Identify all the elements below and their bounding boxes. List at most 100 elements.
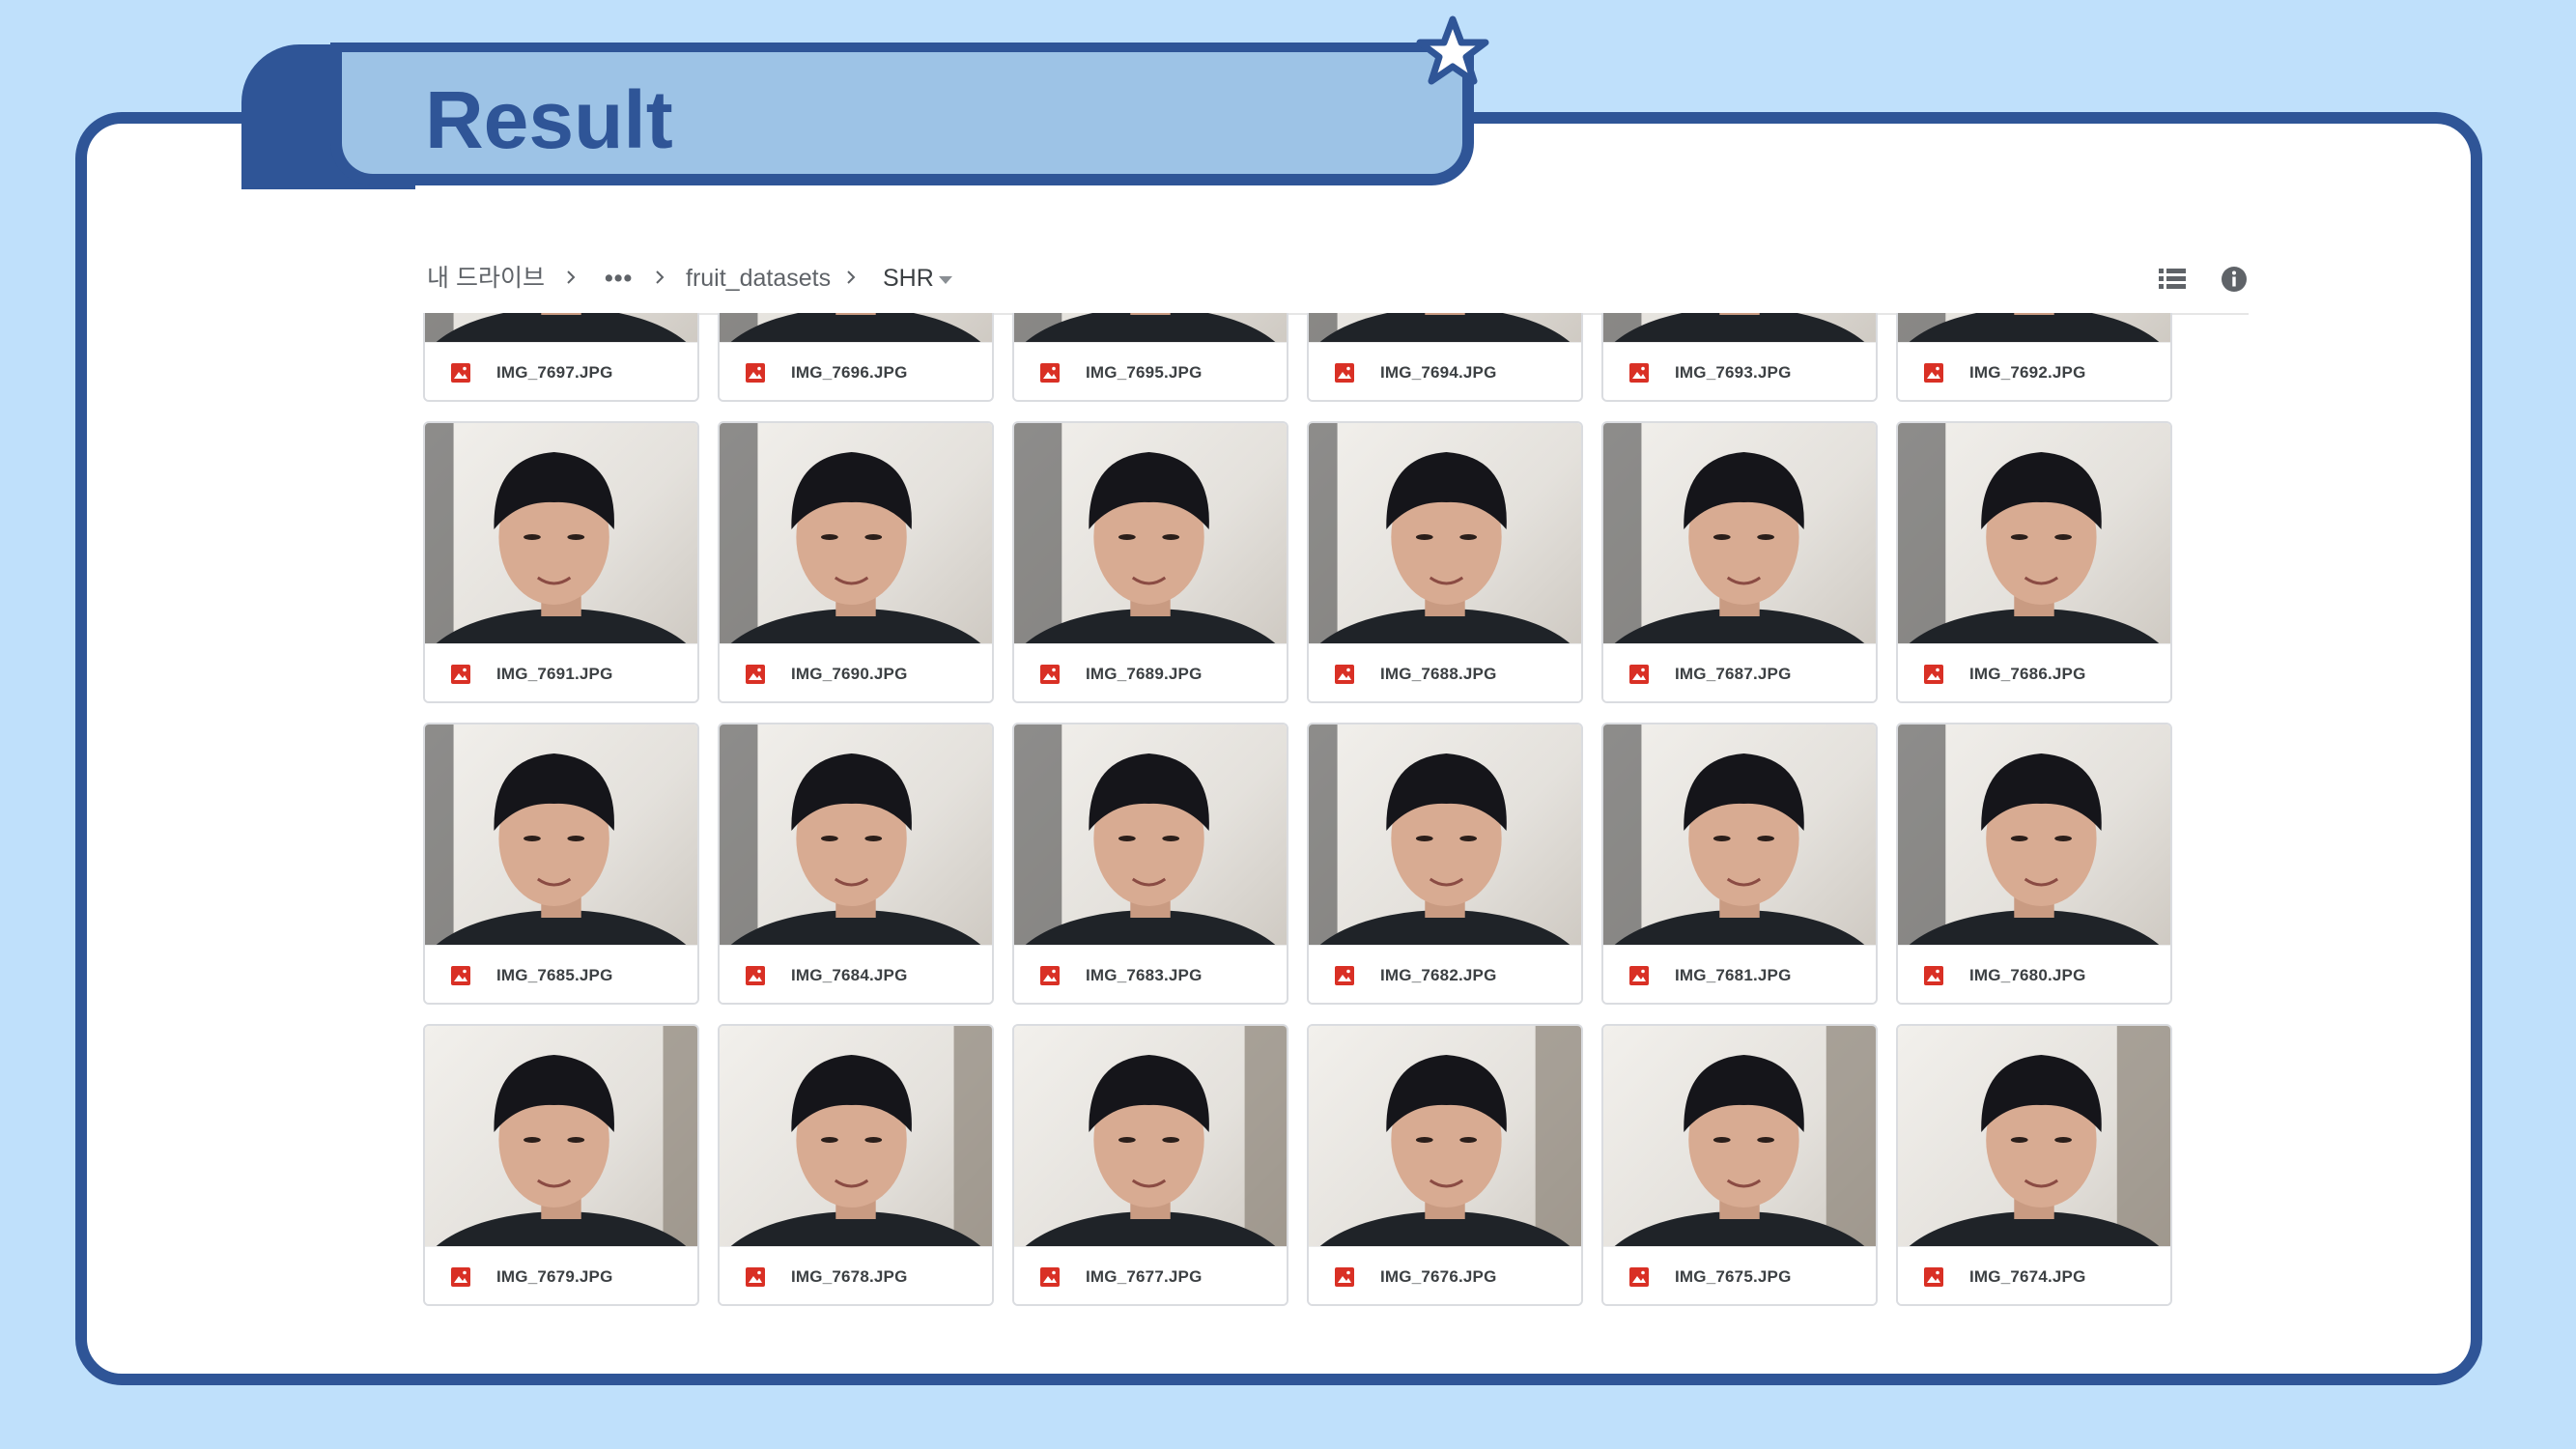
file-name: IMG_7675.JPG [1675,1267,1792,1286]
file-name: IMG_7689.JPG [1086,665,1203,683]
file-thumbnail[interactable] [425,724,697,945]
file-card[interactable]: IMG_7678.JPG [718,1024,994,1306]
file-name: IMG_7686.JPG [1969,665,2086,683]
file-card[interactable]: IMG_7683.JPG [1012,723,1288,1005]
file-thumbnail[interactable] [1014,423,1287,643]
file-card[interactable]: IMG_7691.JPG [423,421,699,703]
file-footer[interactable]: IMG_7688.JPG [1309,643,1581,701]
image-file-icon [1040,966,1060,985]
file-thumbnail[interactable] [1603,423,1876,643]
file-footer[interactable]: IMG_7683.JPG [1014,945,1287,1003]
file-thumbnail[interactable] [1898,1026,2170,1246]
file-footer[interactable]: IMG_7691.JPG [425,643,697,701]
breadcrumb-my-drive[interactable]: 내 드라이브 [427,263,545,294]
file-card[interactable]: IMG_7676.JPG [1307,1024,1583,1306]
image-file-icon [1335,665,1354,684]
image-file-icon [1335,363,1354,383]
file-thumbnail[interactable] [425,423,697,643]
file-footer[interactable]: IMG_7677.JPG [1014,1246,1287,1304]
file-footer[interactable]: IMG_7678.JPG [720,1246,992,1304]
file-name: IMG_7676.JPG [1380,1267,1497,1286]
file-thumbnail[interactable] [1014,313,1287,342]
file-thumbnail[interactable] [720,313,992,342]
image-file-icon [1040,363,1060,383]
file-name: IMG_7695.JPG [1086,363,1203,382]
image-file-icon [1040,665,1060,684]
file-card[interactable]: IMG_7690.JPG [718,421,994,703]
image-file-icon [451,665,470,684]
image-file-icon [1924,665,1943,684]
file-card[interactable]: IMG_7677.JPG [1012,1024,1288,1306]
file-footer[interactable]: IMG_7687.JPG [1603,643,1876,701]
file-card[interactable]: IMG_7684.JPG [718,723,994,1005]
list-view-icon[interactable] [2158,267,2187,292]
image-file-icon [451,363,470,383]
file-thumbnail[interactable] [1309,423,1581,643]
file-footer[interactable]: IMG_7694.JPG [1309,342,1581,400]
file-footer[interactable]: IMG_7692.JPG [1898,342,2170,400]
file-thumbnail[interactable] [425,313,697,342]
file-thumbnail[interactable] [1603,724,1876,945]
image-file-icon [1924,1267,1943,1287]
file-thumbnail[interactable] [1309,1026,1581,1246]
file-card[interactable]: IMG_7696.JPG [718,313,994,402]
file-footer[interactable]: IMG_7679.JPG [425,1246,697,1304]
file-thumbnail[interactable] [720,1026,992,1246]
file-footer[interactable]: IMG_7693.JPG [1603,342,1876,400]
file-footer[interactable]: IMG_7697.JPG [425,342,697,400]
file-card[interactable]: IMG_7697.JPG [423,313,699,402]
file-thumbnail[interactable] [1603,1026,1876,1246]
file-thumbnail[interactable] [1014,1026,1287,1246]
breadcrumb-current-folder[interactable]: SHR [883,263,934,294]
file-name: IMG_7682.JPG [1380,966,1497,984]
file-footer[interactable]: IMG_7686.JPG [1898,643,2170,701]
file-thumbnail[interactable] [720,423,992,643]
file-card[interactable]: IMG_7688.JPG [1307,421,1583,703]
file-card[interactable]: IMG_7695.JPG [1012,313,1288,402]
file-footer[interactable]: IMG_7674.JPG [1898,1246,2170,1304]
file-card[interactable]: IMG_7693.JPG [1601,313,1878,402]
image-file-icon [1040,1267,1060,1287]
file-card[interactable]: IMG_7685.JPG [423,723,699,1005]
file-footer[interactable]: IMG_7675.JPG [1603,1246,1876,1304]
file-card[interactable]: IMG_7689.JPG [1012,421,1288,703]
file-name: IMG_7687.JPG [1675,665,1792,683]
file-thumbnail[interactable] [1898,423,2170,643]
file-card[interactable]: IMG_7686.JPG [1896,421,2172,703]
info-icon[interactable] [2220,265,2249,294]
file-card[interactable]: IMG_7680.JPG [1896,723,2172,1005]
file-name: IMG_7696.JPG [791,363,908,382]
file-footer[interactable]: IMG_7685.JPG [425,945,697,1003]
file-thumbnail[interactable] [1309,313,1581,342]
file-footer[interactable]: IMG_7690.JPG [720,643,992,701]
file-thumbnail[interactable] [1898,313,2170,342]
file-thumbnail[interactable] [1603,313,1876,342]
drive-toolbar: 내 드라이브 ••• fruit_datasets SHR [423,249,2249,315]
file-card[interactable]: IMG_7679.JPG [423,1024,699,1306]
file-name: IMG_7692.JPG [1969,363,2086,382]
file-thumbnail[interactable] [425,1026,697,1246]
file-card[interactable]: IMG_7681.JPG [1601,723,1878,1005]
dropdown-caret-icon[interactable] [939,276,952,284]
file-thumbnail[interactable] [1014,724,1287,945]
breadcrumb-ellipsis[interactable]: ••• [605,263,633,294]
file-footer[interactable]: IMG_7696.JPG [720,342,992,400]
file-thumbnail[interactable] [1898,724,2170,945]
breadcrumb-folder[interactable]: fruit_datasets [686,263,831,294]
file-footer[interactable]: IMG_7676.JPG [1309,1246,1581,1304]
file-footer[interactable]: IMG_7681.JPG [1603,945,1876,1003]
file-footer[interactable]: IMG_7682.JPG [1309,945,1581,1003]
file-card[interactable]: IMG_7692.JPG [1896,313,2172,402]
file-card[interactable]: IMG_7694.JPG [1307,313,1583,402]
file-card[interactable]: IMG_7674.JPG [1896,1024,2172,1306]
file-footer[interactable]: IMG_7689.JPG [1014,643,1287,701]
file-footer[interactable]: IMG_7680.JPG [1898,945,2170,1003]
file-name: IMG_7678.JPG [791,1267,908,1286]
file-card[interactable]: IMG_7682.JPG [1307,723,1583,1005]
file-card[interactable]: IMG_7687.JPG [1601,421,1878,703]
file-card[interactable]: IMG_7675.JPG [1601,1024,1878,1306]
file-thumbnail[interactable] [1309,724,1581,945]
file-footer[interactable]: IMG_7695.JPG [1014,342,1287,400]
file-footer[interactable]: IMG_7684.JPG [720,945,992,1003]
file-thumbnail[interactable] [720,724,992,945]
